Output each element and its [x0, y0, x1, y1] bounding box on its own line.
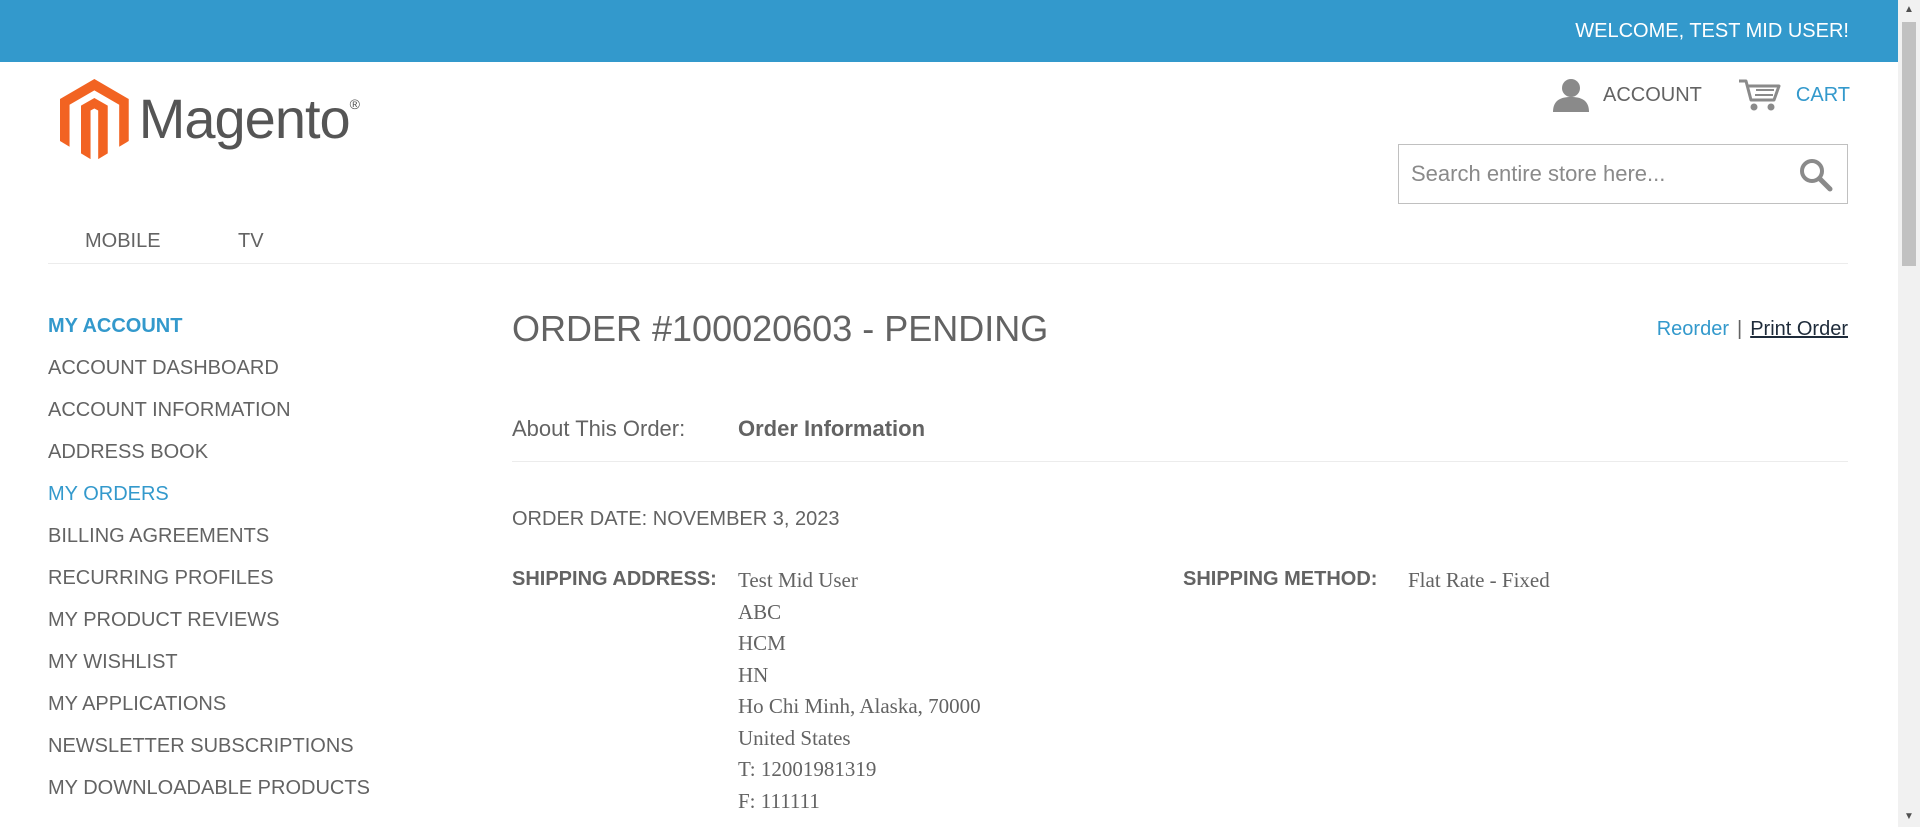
account-link[interactable]: ACCOUNT	[1553, 78, 1702, 112]
search-box	[1398, 144, 1848, 204]
cart-link[interactable]: CART	[1738, 78, 1850, 112]
sidebar-item-my-downloadable-products[interactable]: MY DOWNLOADABLE PRODUCTS	[48, 774, 468, 802]
sidebar-item-my-product-reviews[interactable]: MY PRODUCT REVIEWS	[48, 606, 468, 634]
tab-order-information[interactable]: Order Information	[738, 416, 925, 442]
search-icon	[1800, 159, 1833, 192]
cart-label: CART	[1795, 83, 1850, 106]
sidebar-item-address-book[interactable]: ADDRESS BOOK	[48, 438, 468, 466]
magento-logo[interactable]: Magento ®	[60, 76, 360, 164]
search-input[interactable]	[1399, 145, 1789, 203]
sidebar-item-billing-agreements[interactable]: BILLING AGREEMENTS	[48, 522, 468, 550]
page-scrollbar[interactable]: ▲ ▼	[1898, 0, 1920, 827]
logo-wordmark: Magento	[138, 86, 351, 150]
scroll-up-arrow-icon[interactable]: ▲	[1898, 0, 1920, 20]
main-navigation: MOBILE TV	[48, 220, 1848, 264]
sidebar-item-newsletter-subscriptions[interactable]: NEWSLETTER SUBSCRIPTIONS	[48, 732, 468, 760]
address-line: ABC	[738, 599, 782, 624]
account-sidebar: MY ACCOUNT ACCOUNT DASHBOARD ACCOUNT INF…	[48, 312, 468, 816]
scroll-down-arrow-icon[interactable]: ▼	[1898, 807, 1920, 827]
sidebar-item-account-dashboard[interactable]: ACCOUNT DASHBOARD	[48, 354, 468, 382]
header-links: ACCOUNT CART	[1553, 76, 1850, 114]
sidebar-title: MY ACCOUNT	[48, 315, 183, 337]
search-button[interactable]	[1799, 158, 1833, 192]
link-separator: |	[1736, 318, 1743, 340]
nav-item-mobile[interactable]: MOBILE	[85, 230, 161, 253]
address-line: HN	[738, 662, 769, 687]
address-line: Test Mid User	[738, 568, 858, 592]
sidebar-item-my-wishlist[interactable]: MY WISHLIST	[48, 648, 468, 676]
shipping-method-label: SHIPPING METHOD:	[1183, 568, 1378, 590]
order-date: ORDER DATE: NOVEMBER 3, 2023	[512, 508, 840, 530]
account-label: ACCOUNT	[1603, 83, 1702, 106]
nav-item-tv[interactable]: TV	[238, 230, 264, 253]
address-line: HCM	[738, 631, 786, 655]
user-icon	[1553, 79, 1590, 112]
cart-icon	[1738, 79, 1781, 111]
about-order-bar: About This Order: Order Information	[512, 416, 1848, 462]
print-order-link[interactable]: Print Order	[1750, 318, 1848, 340]
order-actions: Reorder | Print Order	[1657, 318, 1848, 341]
address-line: United States	[738, 725, 851, 750]
sidebar-item-my-orders[interactable]: MY ORDERS	[48, 480, 468, 508]
logo-registered-mark: ®	[349, 96, 360, 112]
top-welcome-bar: WELCOME, TEST MID USER!	[0, 0, 1898, 62]
magento-logo-icon	[60, 78, 129, 160]
shipping-address-label: SHIPPING ADDRESS:	[512, 568, 717, 590]
sidebar-item-my-applications[interactable]: MY APPLICATIONS	[48, 690, 468, 718]
about-order-label: About This Order:	[512, 416, 686, 441]
scrollbar-thumb[interactable]	[1902, 22, 1916, 266]
address-line: Ho Chi Minh, Alaska, 70000	[738, 694, 981, 718]
shipping-address: Test Mid User ABC HCM HN Ho Chi Minh, Al…	[738, 568, 981, 820]
welcome-message: WELCOME, TEST MID USER!	[1575, 20, 1849, 42]
sidebar-item-account-information[interactable]: ACCOUNT INFORMATION	[48, 396, 468, 424]
address-line: T: 12001981319	[738, 757, 877, 781]
page-title: ORDER #100020603 - PENDING	[512, 308, 1049, 349]
sidebar-item-recurring-profiles[interactable]: RECURRING PROFILES	[48, 564, 468, 592]
shipping-method-value: Flat Rate - Fixed	[1408, 568, 1550, 592]
reorder-link[interactable]: Reorder	[1657, 318, 1729, 340]
address-line: F: 111111	[738, 788, 820, 813]
